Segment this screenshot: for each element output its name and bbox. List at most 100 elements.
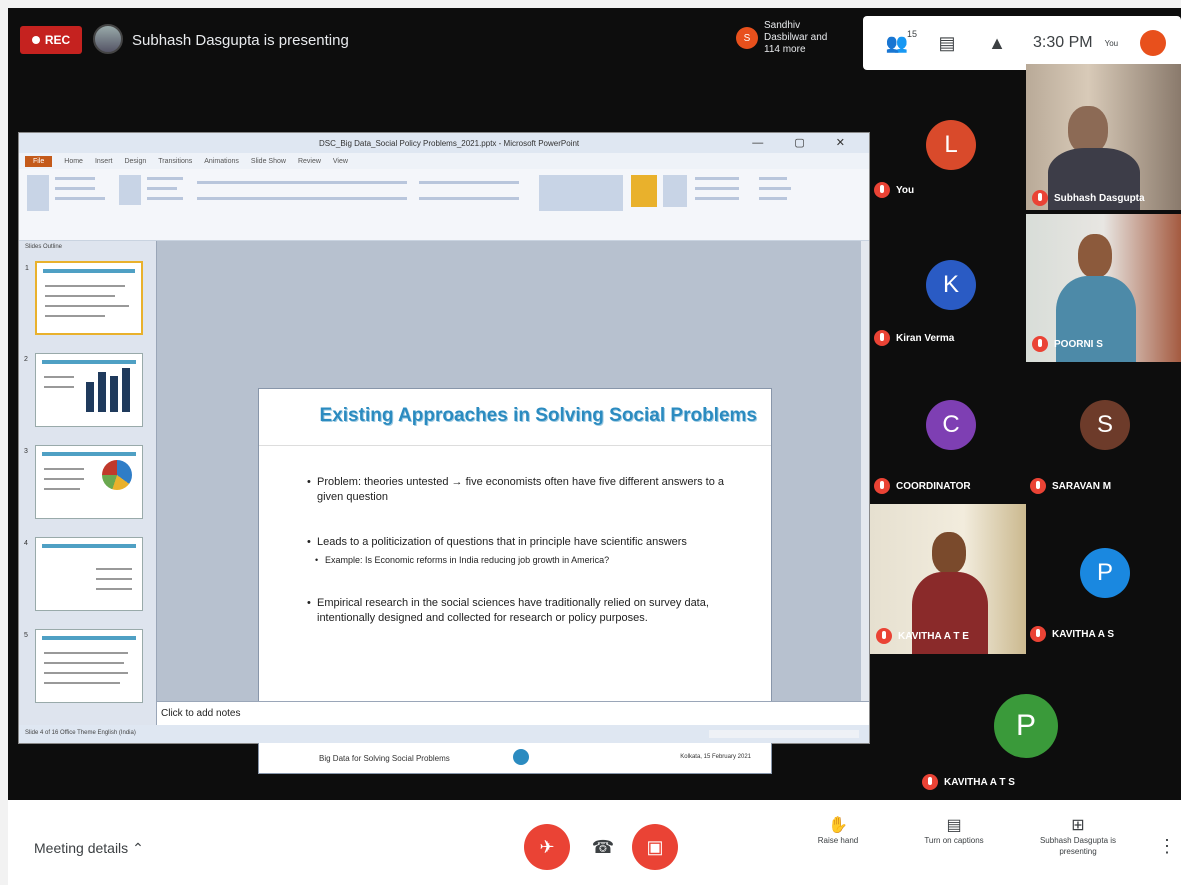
new-slide-icon[interactable] <box>119 175 141 205</box>
shapes-gallery[interactable] <box>539 175 623 211</box>
clock: 3:30 PM <box>1033 34 1093 51</box>
align-controls[interactable] <box>419 197 519 200</box>
phone-hangup-icon: ☎ <box>591 836 615 857</box>
raise-hand-label: Raise hand <box>817 836 859 845</box>
mic-off-icon <box>922 774 938 790</box>
more-options-icon[interactable]: ⋮ <box>1158 836 1176 857</box>
ribbon-format-painter[interactable] <box>55 197 105 200</box>
participant-tile[interactable]: Subhash Dasgupta <box>1026 64 1181 210</box>
sub-bullet: Example: Is Economic reforms in India re… <box>307 554 727 566</box>
title-divider <box>259 445 771 446</box>
slide-thumbnail[interactable]: 1 <box>25 261 143 335</box>
rec-label: REC <box>44 33 71 47</box>
ribbon-section[interactable] <box>147 197 183 200</box>
shape-outline[interactable] <box>695 187 739 190</box>
presenting-label: Subhash Dasgupta is presenting <box>1039 836 1117 856</box>
activities-icon[interactable]: ▲ <box>983 33 1011 54</box>
bullet: Leads to a politicization of questions t… <box>307 535 727 550</box>
ribbon-tab[interactable]: Slide Show <box>251 158 286 165</box>
shape-fill[interactable] <box>695 177 739 180</box>
vertical-scrollbar[interactable] <box>861 241 869 701</box>
top-right-bar: 👥 15 ▤ ▲ 3:30 PM You <box>863 16 1181 70</box>
camera-off-icon: ▣ <box>646 836 664 857</box>
ribbon-reset[interactable] <box>147 187 177 190</box>
ribbon-tab[interactable]: Review <box>298 158 321 165</box>
participant-tile[interactable]: KAVITHA A T E <box>870 504 1026 654</box>
slide-thumbnail[interactable]: 2 <box>24 353 143 427</box>
ribbon-tab[interactable]: Transitions <box>158 158 192 165</box>
quick-styles-icon[interactable] <box>663 175 687 207</box>
captions-button[interactable]: ▤ Turn on captions <box>914 818 994 846</box>
person-silhouette <box>932 532 966 574</box>
mic-off-icon <box>876 628 892 644</box>
shape-effects[interactable] <box>695 197 739 200</box>
window-title: DSC_Big Data_Social Policy Problems_2021… <box>319 138 580 148</box>
mic-off-icon <box>1032 336 1048 352</box>
participant-tile[interactable]: POORNI S <box>1026 214 1181 362</box>
presenting-button[interactable]: ⊞ Subhash Dasgupta is presenting <box>1038 818 1118 857</box>
bullet-group: Leads to a politicization of questions t… <box>307 535 727 566</box>
bullet: Empirical research in the social science… <box>307 596 727 626</box>
select-button[interactable] <box>759 197 787 200</box>
paragraph-controls[interactable] <box>419 181 519 184</box>
participant-name: Kiran Verma <box>896 332 955 344</box>
arrange-icon[interactable] <box>631 175 657 207</box>
ribbon-tab[interactable]: Home <box>64 158 83 165</box>
ribbon-copy[interactable] <box>55 187 95 190</box>
chevron-up-icon: ⌃ <box>132 840 144 856</box>
ribbon <box>19 169 869 241</box>
footer-logo-icon <box>513 749 529 765</box>
chat-icon[interactable]: ▤ <box>933 33 961 54</box>
notes-pane[interactable]: Click to add notes <box>157 701 869 725</box>
participant-name: You <box>896 184 915 196</box>
mic-off-icon <box>874 478 890 494</box>
person-silhouette <box>1078 234 1112 278</box>
ribbon-tab[interactable]: Insert <box>95 158 113 165</box>
ribbon-tab[interactable]: File <box>25 155 53 167</box>
slide-thumbnail[interactable]: 3 <box>24 445 143 519</box>
paste-icon[interactable] <box>27 175 49 211</box>
people-count: 15 <box>906 28 917 39</box>
font-format-controls[interactable] <box>197 197 407 200</box>
find-button[interactable] <box>759 177 787 180</box>
leave-call-button[interactable]: ☎ <box>580 824 626 870</box>
viewers-indicator[interactable]: S Sandhiv Dasbilwar and 114 more <box>736 20 844 56</box>
recording-badge: REC <box>20 26 82 54</box>
meeting-details-button[interactable]: Meeting details ⌃ <box>34 840 144 857</box>
zoom-slider[interactable] <box>709 730 859 738</box>
people-icon[interactable]: 👥 15 <box>883 29 917 54</box>
presenter-avatar <box>93 24 123 54</box>
mic-off-icon <box>1030 478 1046 494</box>
ribbon-cut[interactable] <box>55 177 95 180</box>
slide-footer: Big Data for Solving Social Problems Kol… <box>259 741 771 773</box>
ribbon-tab[interactable]: Design <box>124 158 146 165</box>
font-controls[interactable] <box>197 181 407 184</box>
participant-avatar: L <box>926 120 976 170</box>
participant-name: KAVITHA A T S <box>944 776 1015 788</box>
participant-avatar: C <box>926 400 976 450</box>
ribbon-layout[interactable] <box>147 177 183 180</box>
meet-window: REC Subhash Dasgupta is presenting S San… <box>8 8 1181 885</box>
mic-off-icon: ✈ <box>539 836 555 857</box>
participant-avatar: S <box>1080 400 1130 450</box>
replace-button[interactable] <box>759 187 791 190</box>
participant-name: Subhash Dasgupta <box>1054 192 1145 204</box>
mic-off-icon <box>874 330 890 346</box>
participant-avatar: P <box>1080 548 1130 598</box>
window-controls[interactable]: — ▢ ✕ <box>752 136 859 149</box>
slide-thumbnail[interactable]: 4 <box>24 537 143 611</box>
slide-thumbnail[interactable]: 5 <box>24 629 143 703</box>
slide-bullets: Problem: theories untested → five econom… <box>307 475 727 656</box>
mic-toggle-button[interactable]: ✈ <box>524 824 570 870</box>
ribbon-tab[interactable]: View <box>333 158 348 165</box>
panel-tabs[interactable]: Slides Outline <box>19 241 156 255</box>
shared-screen: DSC_Big Data_Social Policy Problems_2021… <box>18 132 870 773</box>
bullet: Problem: theories untested → five econom… <box>307 475 727 505</box>
powerpoint-titlebar: DSC_Big Data_Social Policy Problems_2021… <box>19 133 869 153</box>
captions-label: Turn on captions <box>924 836 984 845</box>
participant-name: KAVITHA A T E <box>898 630 969 642</box>
camera-toggle-button[interactable]: ▣ <box>632 824 678 870</box>
self-avatar[interactable] <box>1140 30 1167 56</box>
raise-hand-button[interactable]: ✋ Raise hand <box>798 818 878 846</box>
ribbon-tab[interactable]: Animations <box>204 158 239 165</box>
